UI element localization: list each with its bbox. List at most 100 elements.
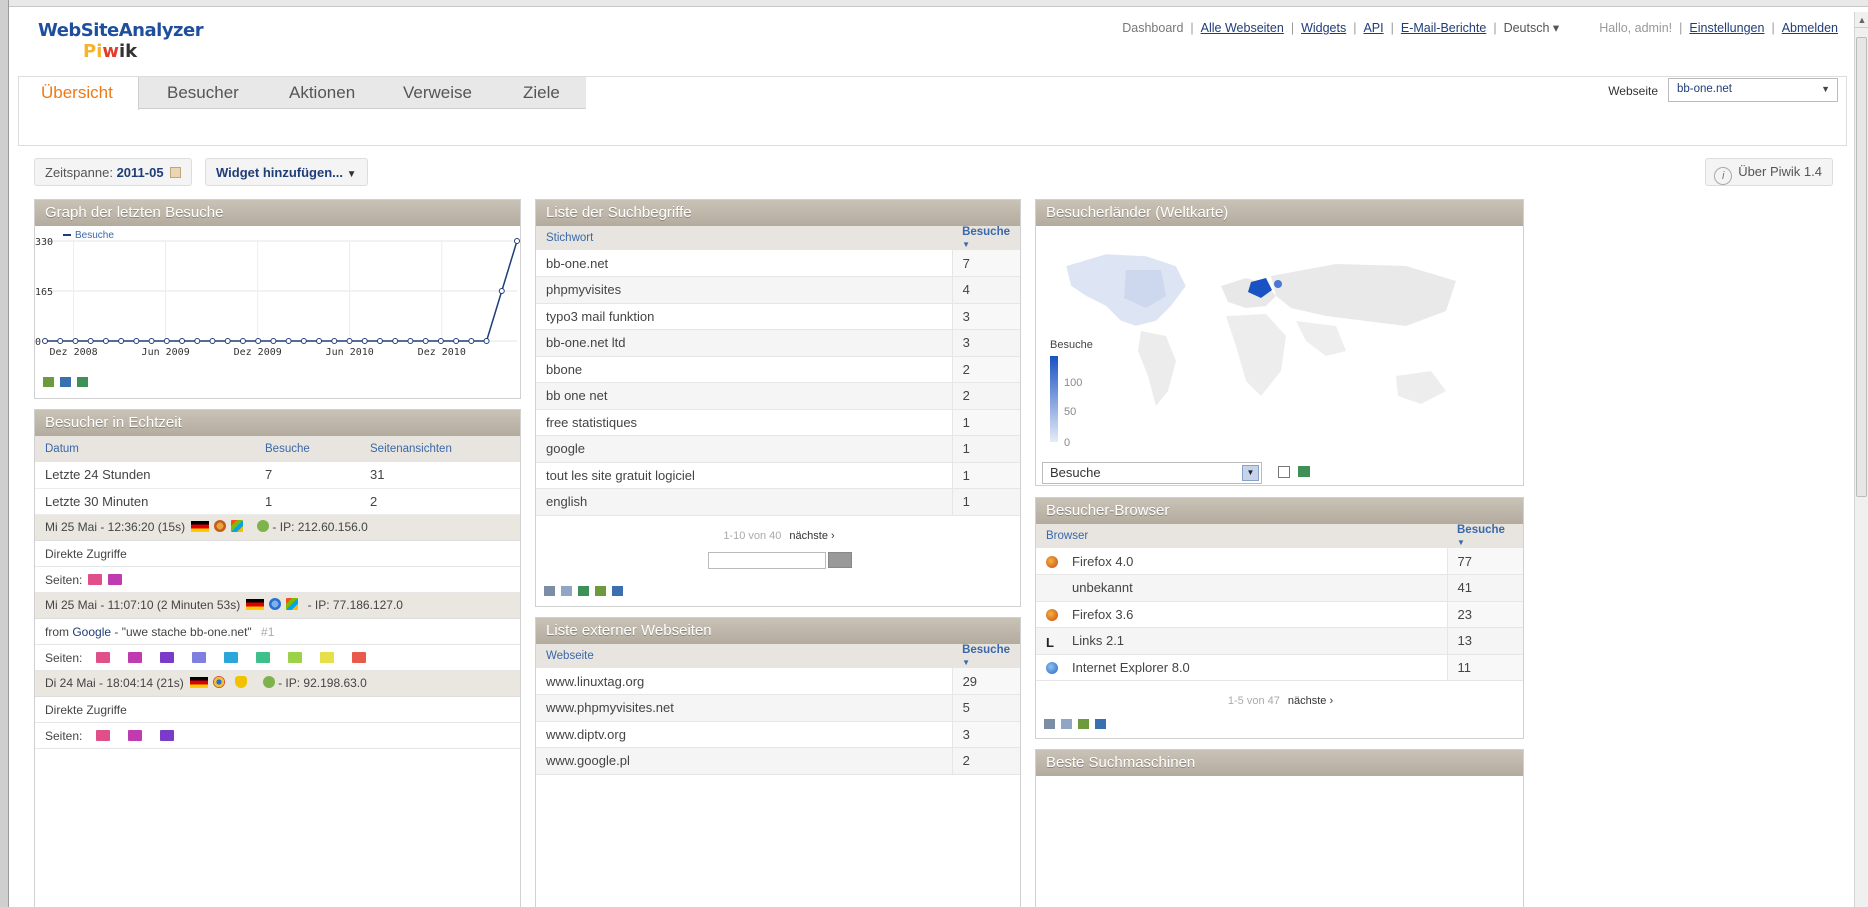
map-metric-select[interactable]: Besuche ▼ — [1042, 462, 1262, 484]
page-folder-icon[interactable] — [88, 573, 103, 585]
table-more-icon[interactable] — [1061, 719, 1072, 729]
bar-chart-icon[interactable] — [1078, 719, 1089, 729]
widget-title[interactable]: Graph der letzten Besuche — [35, 200, 520, 226]
table-row[interactable]: www.phpmyvisites.net 5 — [536, 694, 1020, 722]
page-folder-icon[interactable] — [96, 651, 111, 663]
fullscreen-icon[interactable] — [1278, 466, 1290, 478]
table-row[interactable]: unbekannt 41 — [1036, 574, 1523, 602]
page-folder-icon[interactable] — [128, 651, 143, 663]
data-point — [57, 338, 64, 344]
referrer-google-link[interactable]: Google — [72, 625, 111, 639]
export-icon[interactable] — [612, 586, 623, 596]
table-row[interactable]: phpmyvisites 4 — [536, 276, 1020, 304]
page-folder-icon[interactable] — [160, 651, 175, 663]
page-folder-icon[interactable] — [108, 573, 123, 585]
table-more-icon[interactable] — [561, 586, 572, 596]
widget-title[interactable]: Liste der Suchbegriffe — [536, 200, 1020, 226]
blank-icon — [1046, 582, 1058, 594]
bar-chart-icon[interactable] — [595, 586, 606, 596]
table-icon[interactable] — [1044, 719, 1055, 729]
scroll-thumb[interactable] — [1856, 37, 1867, 497]
row-label: bbone — [536, 356, 953, 383]
menu-dashboard[interactable]: Dashboard — [1122, 21, 1183, 35]
table-row[interactable]: Firefox 3.6 23 — [1036, 601, 1523, 628]
tab-overview[interactable]: Übersicht — [19, 77, 139, 110]
table-icon[interactable] — [60, 377, 71, 387]
calendar-icon[interactable] — [169, 167, 181, 178]
table-row[interactable]: tout les site gratuit logiciel 1 — [536, 462, 1020, 489]
map-legend-tick: 50 — [1064, 406, 1077, 418]
page-folder-icon[interactable] — [224, 651, 239, 663]
table-row[interactable]: bb-one.net ltd 3 — [536, 329, 1020, 357]
col-pageviews[interactable]: Seitenansichten — [360, 436, 520, 462]
widget-title[interactable]: Besucher in Echtzeit — [35, 410, 520, 436]
logo-line1: WebSiteAnalyzer — [38, 20, 204, 41]
menu-settings[interactable]: Einstellungen — [1689, 21, 1764, 35]
col-browser[interactable]: Browser — [1036, 524, 1447, 548]
page-folder-icon[interactable] — [96, 729, 111, 741]
bar-chart-icon[interactable] — [43, 377, 54, 387]
chevron-down-icon: ▼ — [1242, 465, 1259, 481]
page-folder-icon[interactable] — [128, 729, 143, 741]
image-icon[interactable] — [1298, 466, 1310, 477]
tab-goals[interactable]: Ziele — [501, 77, 582, 109]
tag-cloud-icon[interactable] — [578, 586, 589, 596]
widget-title[interactable]: Besucher-Browser — [1036, 498, 1523, 524]
page-folder-icon[interactable] — [352, 651, 367, 663]
data-point — [331, 338, 338, 344]
widget-title[interactable]: Liste externer Webseiten — [536, 618, 1020, 644]
col-visits[interactable]: Besuche ▼ — [1447, 524, 1523, 548]
next-page-link[interactable]: nächste › — [789, 530, 834, 542]
scroll-up-icon[interactable]: ▲ — [1855, 12, 1868, 28]
page-folder-icon[interactable] — [160, 729, 175, 741]
menu-widgets[interactable]: Widgets — [1301, 21, 1346, 35]
table-row[interactable]: www.diptv.org 3 — [536, 721, 1020, 748]
widget-title[interactable]: Besucherländer (Weltkarte) — [1036, 200, 1523, 226]
table-row[interactable]: bb-one.net 7 — [536, 250, 1020, 277]
col-visits[interactable]: Besuche ▼ — [952, 644, 1020, 668]
keywords-search-input[interactable] — [708, 552, 826, 569]
col-keyword[interactable]: Stichwort — [536, 226, 953, 250]
table-row[interactable]: L Links 2.1 13 — [1036, 627, 1523, 655]
col-website[interactable]: Webseite — [536, 644, 953, 668]
tab-visitors[interactable]: Besucher — [145, 77, 261, 109]
table-row[interactable]: typo3 mail funktion 3 — [536, 303, 1020, 330]
page-scrollbar[interactable]: ▲ — [1854, 12, 1868, 907]
col-date[interactable]: Datum — [35, 436, 255, 462]
row-value: 3 — [951, 721, 1020, 748]
menu-email-reports[interactable]: E-Mail-Berichte — [1401, 21, 1486, 35]
next-page-link[interactable]: nächste › — [1288, 695, 1333, 707]
page-folder-icon[interactable] — [288, 651, 303, 663]
widget-title[interactable]: Beste Suchmaschinen — [1036, 750, 1523, 776]
col-visits[interactable]: Besuche — [255, 436, 360, 462]
image-icon[interactable] — [77, 377, 88, 387]
page-folder-icon[interactable] — [256, 651, 271, 663]
search-icon[interactable] — [828, 552, 852, 568]
table-row[interactable]: bbone 2 — [536, 356, 1020, 383]
table-row[interactable]: bb one net 2 — [536, 382, 1020, 410]
menu-logout[interactable]: Abmelden — [1782, 21, 1838, 35]
add-widget-button[interactable]: Widget hinzufügen... ▼ — [205, 158, 368, 186]
table-icon[interactable] — [544, 586, 555, 596]
table-row[interactable]: Firefox 4.0 77 — [1036, 548, 1523, 575]
tab-referrers[interactable]: Verweise — [381, 77, 494, 109]
menu-all-sites[interactable]: Alle Webseiten — [1201, 21, 1284, 35]
table-row[interactable]: Internet Explorer 8.0 11 — [1036, 654, 1523, 681]
col-visits[interactable]: Besuche ▼ — [952, 226, 1020, 250]
export-icon[interactable] — [1095, 719, 1106, 729]
period-selector[interactable]: Zeitspanne: 2011-05 — [34, 158, 192, 186]
page-folder-icon[interactable] — [320, 651, 335, 663]
language-dropdown[interactable]: Deutsch ▾ — [1504, 21, 1560, 35]
website-dropdown[interactable]: bb-one.net ▼ — [1668, 78, 1838, 102]
table-row[interactable]: google 1 — [536, 435, 1020, 463]
table-row[interactable]: www.linuxtag.org 29 — [536, 668, 1020, 695]
table-row[interactable]: english 1 — [536, 488, 1020, 516]
world-map[interactable] — [1036, 226, 1524, 458]
tab-actions[interactable]: Aktionen — [267, 77, 377, 109]
table-row[interactable]: www.google.pl 2 — [536, 747, 1020, 775]
page-folder-icon[interactable] — [192, 651, 207, 663]
logo[interactable]: WebSiteAnalyzer Piwik — [38, 20, 204, 61]
table-row[interactable]: free statistiques 1 — [536, 409, 1020, 436]
menu-api[interactable]: API — [1363, 21, 1383, 35]
about-piwik-button[interactable]: i Über Piwik 1.4 — [1705, 158, 1833, 186]
